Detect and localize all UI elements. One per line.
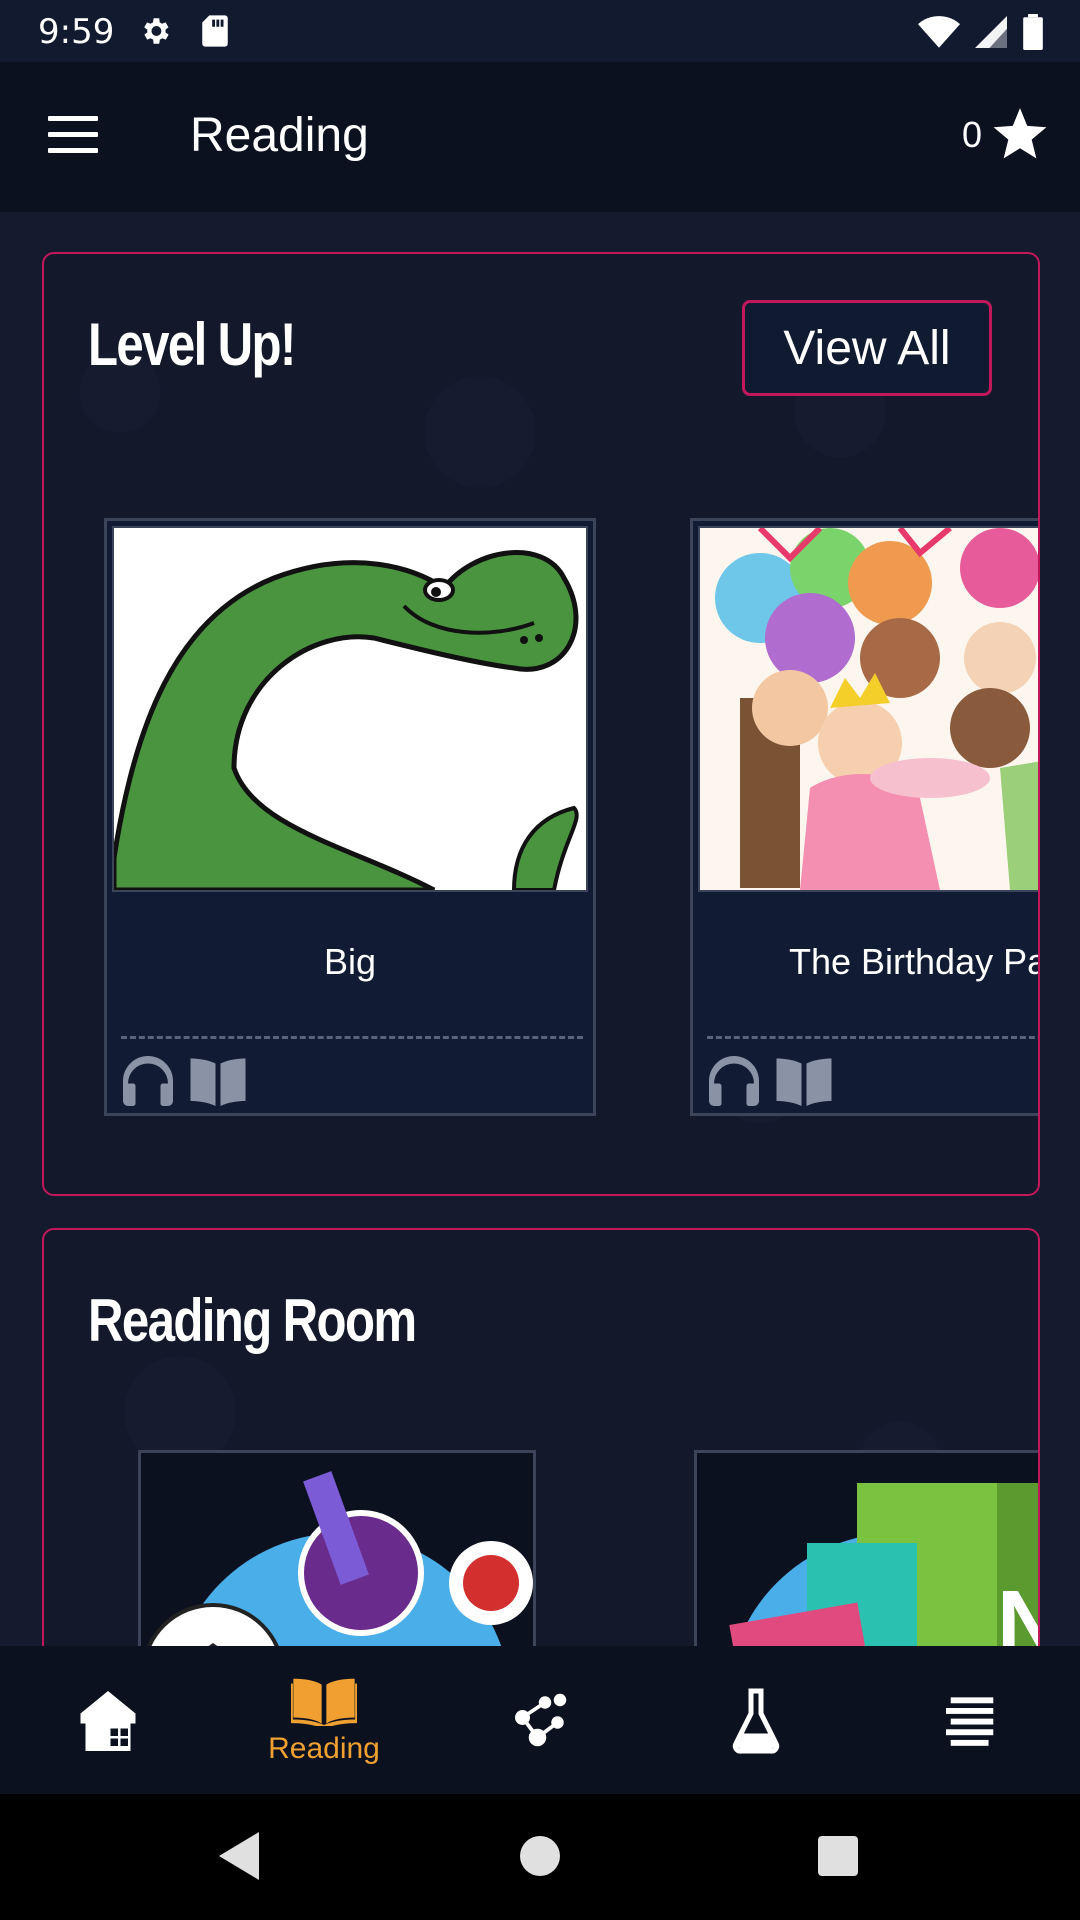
level-up-section: Level Up! View All Big The Birthday Pa [42,252,1040,1196]
star-icon[interactable] [992,108,1048,162]
book-title: The Birthday Pa [789,941,1040,982]
nav-reading[interactable]: Reading [216,1646,432,1794]
star-count: 0 [961,114,982,155]
book-title: Big [323,941,377,982]
list-icon [946,1697,994,1746]
book-spine-letter: N [997,1573,1040,1646]
menu-button[interactable] [48,116,98,156]
space-sports-illustration [147,1471,533,1646]
molecule-icon [515,1693,567,1747]
status-bar: 9:59 [0,0,1080,62]
book-cover-image [112,526,588,892]
headphones-icon [123,1056,173,1106]
books-illustration: N [729,1483,1040,1646]
wifi-icon [918,16,960,48]
section-title: Level Up! [88,311,296,378]
section-title: Reading Room [88,1287,417,1354]
menu-icon [48,116,98,121]
view-all-button[interactable]: View All [742,300,992,396]
home-circle-icon[interactable] [520,1832,560,1880]
app-bar: Reading 0 [0,62,1080,212]
settings-gear-icon [144,18,169,44]
birthday-party-illustration [700,528,1038,890]
dinosaur-illustration [114,528,586,890]
status-right-icons [918,14,1044,50]
reading-room-card[interactable] [138,1450,536,1646]
reading-room-card[interactable]: N [694,1450,1040,1646]
nav-label: Reading [268,1732,380,1765]
book-card-birthday[interactable]: The Birthday Pa [690,518,1040,1116]
book-feature-icons [703,1051,835,1111]
battery-icon [1023,14,1043,50]
open-book-icon [190,1058,246,1106]
divider [121,1036,583,1039]
book-feature-icons [117,1051,249,1111]
back-icon[interactable] [218,1832,260,1880]
nav-science[interactable] [432,1646,648,1794]
sd-card-icon [202,15,228,47]
reading-room-section: Reading Room N [42,1228,1040,1646]
headphones-icon [709,1056,759,1106]
book-cover-image [698,526,1038,892]
nav-lab[interactable] [648,1646,864,1794]
nav-home[interactable] [0,1646,216,1794]
flask-icon [732,1688,780,1754]
open-book-icon [776,1058,832,1106]
system-navigation-bar [0,1794,1080,1920]
book-card-big[interactable]: Big [104,518,596,1116]
main-content[interactable]: Level Up! View All Big The Birthday Pa R… [0,212,1080,1646]
cell-signal-icon [975,16,1007,48]
status-time: 9:59 [38,12,115,52]
book-icon [291,1678,357,1726]
recents-square-icon[interactable] [818,1832,858,1880]
home-icon [80,1691,136,1751]
page-title: Reading [190,109,369,162]
nav-list[interactable] [864,1646,1080,1794]
divider [707,1036,1038,1039]
bottom-navigation: Reading [0,1646,1080,1794]
